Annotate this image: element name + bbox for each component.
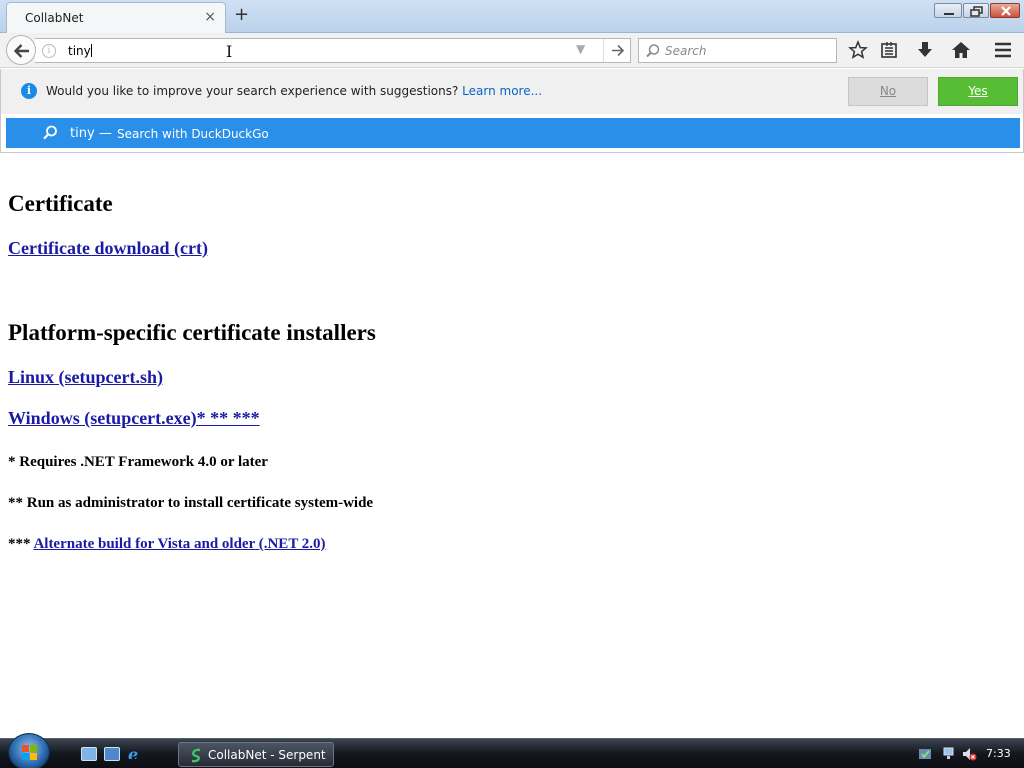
search-input[interactable]: Search [665,44,707,58]
back-button[interactable] [6,35,36,65]
start-button[interactable] [8,733,50,768]
close-window-button[interactable] [990,3,1020,18]
network-icon[interactable] [941,746,957,762]
linux-installer-link[interactable]: Linux (setupcert.sh) [8,367,163,388]
minimize-icon [944,13,954,15]
search-icon [43,125,57,140]
alternate-build-link[interactable]: Alternate build for Vista and older (.NE… [33,536,325,552]
notification-message: Would you like to improve your search ex… [46,84,542,98]
show-desktop-icon[interactable] [81,747,97,761]
tab-close-icon[interactable]: × [204,9,216,25]
heading-installers: Platform-specific certificate installers [8,320,376,345]
clock[interactable]: 7:33 [986,747,1011,760]
svg-text:e: e [128,745,138,759]
arrow-left-icon [13,44,29,58]
navigation-toolbar: i tiny I ▼ Search [0,33,1024,68]
restore-button[interactable] [963,3,989,18]
search-suggestions-notification: i Would you like to improve your search … [0,69,1024,114]
autocomplete-popup: tiny — Search with DuckDuckGo [0,114,1024,153]
suggestion-term: tiny [70,126,95,141]
go-button[interactable] [603,39,631,62]
search-suggestion-row[interactable]: tiny — Search with DuckDuckGo [6,118,1020,148]
tab-title: CollabNet [25,11,84,25]
volume-muted-icon[interactable] [961,746,977,762]
new-tab-button[interactable]: + [234,6,249,24]
tray-security-icon[interactable] [917,746,933,762]
note-alternate-build: *** Alternate build for Vista and older … [8,536,326,553]
url-bar[interactable]: i tiny I ▼ [35,38,631,63]
taskbar-item-collabnet-serpent[interactable]: CollabNet - Serpent [178,742,334,767]
windows-logo-icon [22,745,37,760]
learn-more-link[interactable]: Learn more... [462,84,542,98]
url-input[interactable]: tiny [68,44,92,58]
close-icon [1001,6,1011,16]
home-icon[interactable] [951,40,971,60]
info-icon: i [21,83,37,99]
note-alternate-prefix: *** [8,536,31,552]
site-info-icon[interactable]: i [42,44,56,58]
suggestion-dash: — [99,126,112,141]
restore-icon [970,6,983,17]
yes-button[interactable]: Yes [938,77,1018,106]
serpent-icon [191,748,201,763]
heading-certificate: Certificate [8,191,113,216]
certificate-download-link[interactable]: Certificate download (crt) [8,238,208,259]
search-bar[interactable]: Search [638,38,837,63]
url-value: tiny [68,44,91,58]
internet-explorer-icon[interactable]: e [126,745,142,759]
notification-text: Would you like to improve your search ex… [46,84,459,98]
download-icon[interactable] [915,40,935,60]
bookmarks-list-icon[interactable] [879,40,899,60]
history-dropdown-icon[interactable]: ▼ [576,42,585,56]
no-button[interactable]: No [848,77,928,106]
text-caret [90,44,92,57]
note-net-framework: * Requires .NET Framework 4.0 or later [8,454,268,470]
note-run-as-admin: ** Run as administrator to install certi… [8,495,374,511]
arrow-right-icon [612,44,625,57]
ibeam-cursor-icon: I [226,42,233,61]
taskbar: e CollabNet - Serpent 7:33 [0,733,1024,768]
windows-installer-link[interactable]: Windows (setupcert.exe)* ** *** [8,408,260,429]
menu-hamburger-icon[interactable] [993,40,1013,60]
taskbar-item-label: CollabNet - Serpent [208,748,326,762]
bookmark-star-icon[interactable] [848,40,868,60]
minimize-button[interactable] [934,3,962,18]
suggestion-action: Search with DuckDuckGo [117,127,269,141]
tab-collabnet[interactable]: CollabNet × [6,2,226,33]
switch-windows-icon[interactable] [104,747,120,761]
title-bar: CollabNet × + [0,0,1024,33]
search-icon [646,44,660,58]
